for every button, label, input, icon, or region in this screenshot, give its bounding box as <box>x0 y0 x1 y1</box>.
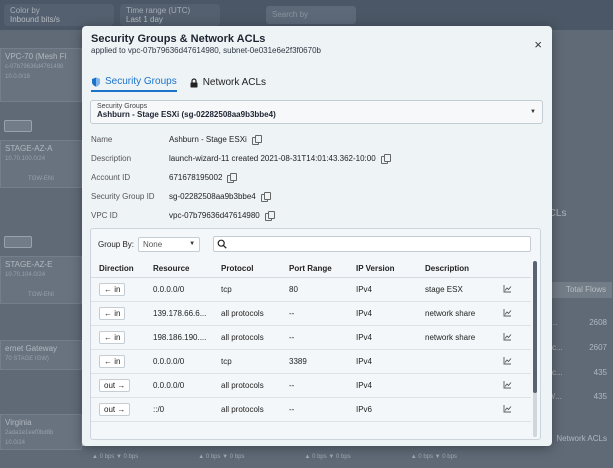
table-row[interactable]: ← in 0.0.0.0/0 tcp 80 IPv4 stage ESX <box>91 278 531 302</box>
ip-version-cell: IPv4 <box>356 381 373 390</box>
security-group-id-label: Security Group ID <box>91 192 155 201</box>
resource-cell: 0.0.0.0/0 <box>153 381 185 390</box>
chart-icon[interactable] <box>503 284 512 293</box>
detail-row-description: Description launch-wizard-11 created 202… <box>91 149 391 168</box>
description-cell: stage ESX <box>425 285 463 294</box>
port-range-cell: -- <box>289 309 295 318</box>
close-icon[interactable]: × <box>534 38 542 51</box>
scrollbar-thumb[interactable] <box>533 261 537 393</box>
tab-security-groups-label: Security Groups <box>105 76 177 87</box>
rules-table-header: Direction Resource Protocol Port Range I… <box>91 259 531 278</box>
chart-icon[interactable] <box>503 356 512 365</box>
protocol-cell: all protocols <box>221 381 264 390</box>
name-label: Name <box>91 135 113 144</box>
table-row[interactable]: ← in 139.178.66.6... all protocols -- IP… <box>91 302 531 326</box>
description-value: launch-wizard-11 created 2021-08-31T14:0… <box>169 154 376 163</box>
direction-badge: ← in <box>99 283 126 296</box>
protocol-cell: tcp <box>221 357 232 366</box>
group-by-select[interactable]: None ▼ <box>138 237 201 252</box>
name-value: Ashburn - Stage ESXi <box>169 135 247 144</box>
search-icon <box>217 239 227 249</box>
chart-icon[interactable] <box>503 332 512 341</box>
vpc-id-value: vpc-07b79636d47614980 <box>169 211 260 220</box>
vpc-id-label: VPC ID <box>91 211 118 220</box>
copy-icon[interactable] <box>380 154 391 164</box>
tab-network-acls[interactable]: Network ACLs <box>189 76 266 92</box>
detail-row-name: Name Ashburn - Stage ESXi <box>91 130 390 149</box>
shield-icon <box>92 77 100 87</box>
table-row[interactable]: ← in 0.0.0.0/0 tcp 3389 IPv4 <box>91 350 531 374</box>
security-group-select-label: Security Groups <box>97 103 148 110</box>
direction-badge: ← in <box>99 331 126 344</box>
detail-row-sgid: Security Group ID sg-02282508aa9b3bbe4 <box>91 187 390 206</box>
detail-row-account: Account ID 671678195002 <box>91 168 390 187</box>
direction-badge: out → <box>99 403 131 416</box>
security-group-details: Name Ashburn - Stage ESXi Description la… <box>91 130 391 225</box>
column-protocol[interactable]: Protocol <box>221 264 289 273</box>
port-range-cell: -- <box>289 405 295 414</box>
table-scrollbar[interactable] <box>533 261 537 437</box>
column-resource[interactable]: Resource <box>153 264 221 273</box>
description-cell: network share <box>425 309 476 318</box>
chart-icon[interactable] <box>503 380 512 389</box>
column-description[interactable]: Description <box>425 264 503 273</box>
rules-search-input[interactable] <box>213 236 531 252</box>
detail-row-vpc: VPC ID vpc-07b79636d47614980 <box>91 206 390 225</box>
ip-version-cell: IPv4 <box>356 357 373 366</box>
security-group-id-value: sg-02282508aa9b3bbe4 <box>169 192 256 201</box>
ip-version-cell: IPv6 <box>356 405 373 414</box>
resource-cell: 139.178.66.6... <box>153 309 207 318</box>
lock-icon <box>190 77 198 87</box>
ip-version-cell: IPv4 <box>356 333 373 342</box>
copy-icon[interactable] <box>264 211 275 221</box>
port-range-cell: -- <box>289 333 295 342</box>
column-direction[interactable]: Direction <box>91 264 153 273</box>
protocol-cell: all protocols <box>221 309 264 318</box>
security-group-select-value: Ashburn - Stage ESXi (sg-02282508aa9b3bb… <box>97 110 276 119</box>
port-range-cell: 3389 <box>289 357 307 366</box>
resource-cell: 0.0.0.0/0 <box>153 285 185 294</box>
account-id-label: Account ID <box>91 173 131 182</box>
protocol-cell: tcp <box>221 285 232 294</box>
ip-version-cell: IPv4 <box>356 309 373 318</box>
table-row[interactable]: out → 0.0.0.0/0 all protocols -- IPv4 <box>91 374 531 398</box>
copy-icon[interactable] <box>251 135 262 145</box>
modal-tabs: Security Groups Network ACLs <box>91 76 266 92</box>
ip-version-cell: IPv4 <box>356 285 373 294</box>
direction-badge: ← in <box>99 307 126 320</box>
tab-security-groups[interactable]: Security Groups <box>91 76 177 92</box>
column-ip-version[interactable]: IP Version <box>356 264 425 273</box>
tab-network-acls-label: Network ACLs <box>202 77 267 88</box>
resource-cell: 0.0.0.0/0 <box>153 357 185 366</box>
description-label: Description <box>91 154 132 163</box>
description-cell: network share <box>425 333 476 342</box>
modal-subtitle: applied to vpc-07b79636d47614980, subnet… <box>91 46 321 55</box>
protocol-cell: all protocols <box>221 333 264 342</box>
group-by-control: Group By: None ▼ <box>98 237 201 252</box>
column-port-range[interactable]: Port Range <box>289 264 356 273</box>
group-by-label: Group By: <box>98 240 135 249</box>
protocol-cell: all protocols <box>221 405 264 414</box>
chart-icon[interactable] <box>503 404 512 413</box>
copy-icon[interactable] <box>260 192 271 202</box>
security-group-select[interactable]: Security Groups Ashburn - Stage ESXi (sg… <box>90 100 543 124</box>
copy-icon[interactable] <box>227 173 238 183</box>
security-groups-modal: Security Groups & Network ACLs applied t… <box>82 26 552 446</box>
direction-badge: ← in <box>99 355 126 368</box>
direction-badge: out → <box>99 379 131 392</box>
resource-cell: 198.186.190.... <box>153 333 207 342</box>
port-range-cell: 80 <box>289 285 298 294</box>
chart-icon[interactable] <box>503 308 512 317</box>
port-range-cell: -- <box>289 381 295 390</box>
modal-title: Security Groups & Network ACLs <box>91 33 266 45</box>
group-by-value: None <box>143 240 163 249</box>
chevron-down-icon: ▼ <box>530 109 536 115</box>
rules-table-card: Group By: None ▼ Direction Resource Prot… <box>90 228 541 440</box>
resource-cell: ::/0 <box>153 405 165 414</box>
chevron-down-icon: ▼ <box>189 241 196 247</box>
table-row[interactable]: out → ::/0 all protocols -- IPv6 <box>91 398 531 422</box>
account-id-value: 671678195002 <box>169 173 223 182</box>
table-row[interactable]: ← in 198.186.190.... all protocols -- IP… <box>91 326 531 350</box>
